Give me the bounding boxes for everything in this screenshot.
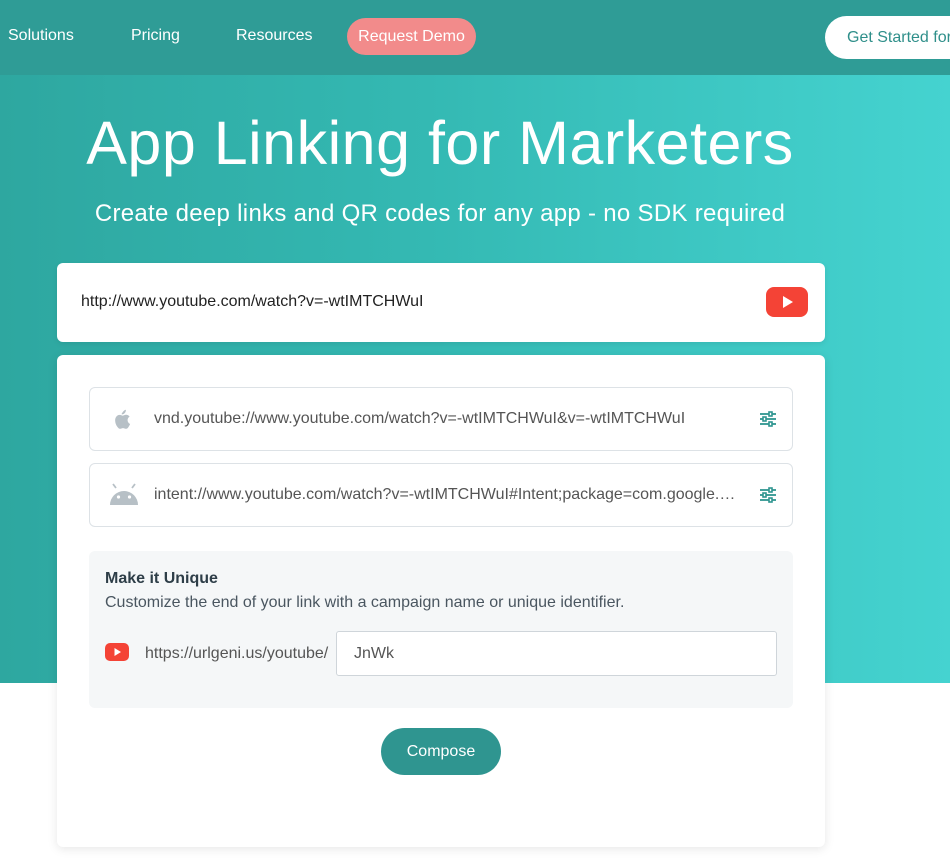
page-title: App Linking for Marketers [86,109,794,177]
top-navbar: Solutions Pricing Resources Request Demo… [0,0,950,75]
app-url-input[interactable] [81,291,761,313]
request-demo-button[interactable]: Request Demo [347,18,476,55]
link-builder-card: vnd.youtube://www.youtube.com/watch?v=-w… [57,355,825,847]
make-unique-heading: Make it Unique [105,570,218,587]
custom-slug-input[interactable] [336,631,777,676]
nav-pricing-link[interactable]: Pricing [131,26,180,46]
make-unique-section: Make it Unique Customize the end of your… [89,551,793,708]
youtube-icon [766,287,808,317]
android-link-row[interactable]: intent://www.youtube.com/watch?v=-wtIMTC… [89,463,793,527]
ios-link-row[interactable]: vnd.youtube://www.youtube.com/watch?v=-w… [89,387,793,451]
url-input-card [57,263,825,342]
short-link-prefix: https://urlgeni.us/youtube/ [145,645,329,662]
nav-solutions-link[interactable]: Solutions [8,26,74,46]
android-icon [110,483,138,505]
nav-resources-link[interactable]: Resources [236,26,312,46]
get-started-button[interactable]: Get Started for [825,16,950,59]
youtube-icon [105,643,129,661]
page-subtitle: Create deep links and QR codes for any a… [94,200,786,227]
sliders-icon[interactable] [758,409,778,429]
ios-link-value: vnd.youtube://www.youtube.com/watch?v=-w… [154,410,686,427]
make-unique-description: Customize the end of your link with a ca… [105,594,625,611]
apple-icon [115,409,131,429]
android-link-value: intent://www.youtube.com/watch?v=-wtIMTC… [154,486,739,503]
compose-button[interactable]: Compose [381,728,501,775]
sliders-icon[interactable] [758,485,778,505]
